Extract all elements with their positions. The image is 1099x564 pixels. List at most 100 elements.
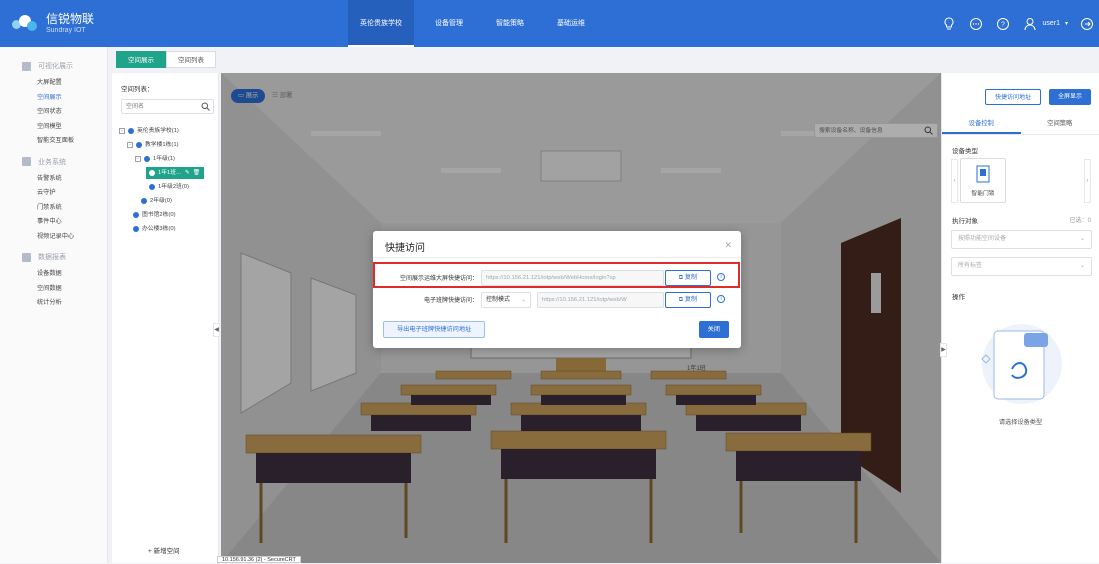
collapse-left-handle[interactable]: ◀ [213, 323, 220, 337]
copy-screen-url-button[interactable]: ⧉ 复制 [665, 270, 711, 286]
copy-board-url-button[interactable]: ⧉ 复制 [665, 292, 711, 308]
tag-select[interactable]: 所有标签⌄ [951, 257, 1092, 276]
info-icon[interactable]: i [717, 273, 725, 281]
brand-name: 信锐物联 [46, 12, 94, 26]
tree-node-building1[interactable]: -教学楼1栋(1) [127, 139, 179, 151]
screen-url-label: 空间展示运维大屏快捷访问： [400, 273, 478, 282]
board-url-label: 电子班牌快捷访问： [424, 295, 478, 304]
fullscreen-button[interactable]: 全屏显示 [1049, 89, 1091, 105]
system-icon [22, 157, 31, 166]
dialog-row-board-url: 电子班牌快捷访问： 控制模式⌄ ⧉ 复制 i [373, 291, 741, 308]
device-card-smart-lock[interactable]: 智能门锁 [960, 158, 1006, 203]
tree-node-school[interactable]: -英伦贵族学校(1) [119, 125, 179, 137]
quick-access-dialog: 快捷访问 ✕ 空间展示运维大屏快捷访问： ⧉ 复制 i 电子班牌快捷访问： 控制… [373, 231, 741, 348]
sidebar-group-reports[interactable]: 数据报表 [0, 247, 107, 267]
tab-space-display[interactable]: 空间展示 [116, 51, 166, 68]
close-button[interactable]: 关闭 [699, 321, 729, 338]
lightbulb-icon[interactable] [941, 16, 957, 32]
chevron-down-icon[interactable]: ▾ [1065, 20, 1068, 27]
sidebar-item-event-center[interactable]: 事件中心 [0, 215, 107, 230]
main-nav: 英伦贵族学校 设备管理 智能策略 基础运维 [348, 0, 606, 47]
info-icon[interactable]: i [717, 295, 725, 303]
screen-url-field [481, 270, 664, 286]
view-tabs: 空间展示 空间列表 [116, 51, 216, 68]
building-icon [133, 212, 139, 218]
tree-node-grade2[interactable]: 2年级(0) [141, 195, 172, 207]
board-url-input[interactable] [538, 293, 663, 307]
sidebar-item-screen-config[interactable]: 大屏配置 [0, 76, 107, 91]
tab-device-control[interactable]: 设备控制 [942, 113, 1021, 134]
nav-item-school[interactable]: 英伦贵族学校 [348, 0, 414, 47]
sidebar-item-space-model[interactable]: 空间模型 [0, 120, 107, 135]
tab-space-policy[interactable]: 空间策略 [1021, 113, 1099, 134]
grid-icon [22, 62, 31, 71]
dialog-row-screen-url: 空间展示运维大屏快捷访问： ⧉ 复制 i [373, 269, 741, 286]
nav-item-basic-ops[interactable]: 基础运维 [545, 0, 597, 47]
prev-arrow-icon[interactable]: ‹ [951, 159, 958, 203]
sidebar-item-device-data[interactable]: 设备数据 [0, 267, 107, 282]
tree-node-class1[interactable]: 1年1班...✎🗑 [146, 167, 204, 179]
search-icon[interactable] [201, 102, 210, 113]
board-url-field [537, 292, 664, 308]
collapse-icon[interactable]: - [135, 156, 141, 162]
tree-node-grade1[interactable]: -1年级(1) [135, 153, 175, 165]
sidebar-group-visualization[interactable]: 可视化展示 [0, 56, 107, 76]
chevron-down-icon: ⌄ [521, 293, 526, 307]
logo: 信锐物联 Sundray IOT [12, 12, 132, 35]
message-icon[interactable] [968, 16, 984, 32]
user-icon[interactable] [1022, 16, 1038, 32]
right-tabs: 设备控制 空间策略 [942, 113, 1099, 135]
device-control-panel: 快捷访问地址 全屏显示 设备控制 空间策略 设备类型 ‹ 智能门锁 › 执行对象… [941, 73, 1099, 563]
tree-search-input[interactable] [122, 100, 198, 113]
report-icon [22, 253, 31, 262]
door-lock-icon [976, 165, 990, 183]
sidebar-item-space-display[interactable]: 空间展示 [0, 91, 107, 106]
screen-url-input[interactable] [482, 271, 663, 285]
username[interactable]: user1 [1042, 20, 1060, 27]
tree-node-office[interactable]: 办公楼3栋(0) [133, 223, 176, 235]
nav-item-smart-policy[interactable]: 智能策略 [484, 0, 536, 47]
sidebar-item-video-record[interactable]: 视频记录中心 [0, 230, 107, 245]
sidebar-item-smart-panel[interactable]: 智能交互面板 [0, 134, 107, 149]
tree-node-class2[interactable]: 1年级2班(0) [149, 181, 189, 193]
export-board-url-button[interactable]: 导出电子班牌快捷访问地址 [383, 321, 485, 338]
operation-label: 操作 [952, 291, 965, 301]
empty-illustration-icon [972, 319, 1072, 409]
room-icon [149, 184, 155, 190]
help-icon[interactable]: ? [995, 16, 1011, 32]
top-right-actions: ? user1 ▾ [930, 0, 1095, 47]
collapse-icon[interactable]: - [119, 128, 125, 134]
quick-access-button[interactable]: 快捷访问地址 [985, 89, 1041, 105]
taskbar-tooltip: 10.156.91.36 (2) - SecureCRT [217, 556, 301, 563]
dialog-title: 快捷访问 [385, 239, 425, 254]
sidebar-item-alarm[interactable]: 告警系统 [0, 172, 107, 187]
sidebar-item-access-control[interactable]: 门禁系统 [0, 201, 107, 216]
tree-node-library[interactable]: 图书馆2栋(0) [133, 209, 176, 221]
exec-target-label: 执行对象 [952, 215, 978, 225]
nav-item-device-management[interactable]: 设备管理 [423, 0, 475, 47]
floor-icon [144, 156, 150, 162]
sidebar-item-space-status[interactable]: 空间状态 [0, 105, 107, 120]
mode-select[interactable]: 控制模式⌄ [481, 292, 531, 308]
building-icon [128, 128, 134, 134]
next-arrow-icon[interactable]: › [1084, 159, 1091, 203]
logout-icon[interactable] [1079, 16, 1095, 32]
floor-icon [141, 198, 147, 204]
collapse-right-handle[interactable]: ▶ [940, 343, 947, 357]
sidebar-item-cloud-guard[interactable]: 云守护 [0, 186, 107, 201]
edit-icon[interactable]: ✎ [185, 167, 190, 179]
sidebar-item-statistics[interactable]: 统计分析 [0, 296, 107, 311]
room-icon [149, 170, 155, 176]
add-space-button[interactable]: + 新增空间 [148, 545, 180, 555]
chevron-down-icon: ⌄ [1080, 231, 1085, 248]
selected-count: 已选：0 [1070, 215, 1091, 224]
building-icon [133, 226, 139, 232]
sidebar-item-space-data[interactable]: 空间数据 [0, 282, 107, 297]
space-device-select[interactable]: 按照功能空间设备⌄ [951, 230, 1092, 249]
tab-space-list[interactable]: 空间列表 [166, 51, 216, 68]
collapse-icon[interactable]: - [127, 142, 133, 148]
delete-icon[interactable]: 🗑 [193, 167, 200, 179]
space-tree-panel: 空间列表： -英伦贵族学校(1) -教学楼1栋(1) -1年级(1) 1年1班.… [112, 73, 219, 563]
close-icon[interactable]: ✕ [724, 240, 732, 251]
sidebar-group-business[interactable]: 业务系统 [0, 152, 107, 172]
